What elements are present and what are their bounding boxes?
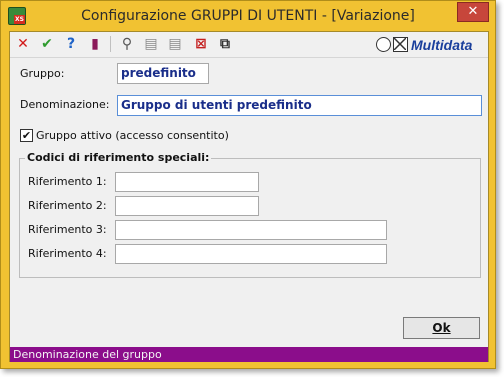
riferimento-3-field[interactable] [115, 220, 387, 240]
delete-record-icon[interactable]: ⊠ [192, 35, 210, 53]
status-bar: Denominazione del gruppo [10, 347, 488, 362]
ok-button-label: Ok [432, 321, 451, 335]
close-button[interactable]: ✕ [457, 2, 489, 22]
riferimento-2-label: Riferimento 2: [28, 199, 107, 212]
dialog-body: ✕ ✔ ? ▮ ⚲ ▤ ▤ ⊠ ⧉ Multidata Gruppo: pred… [9, 31, 489, 362]
denominazione-label: Denominazione: [20, 98, 110, 111]
dialog-window: XS Configurazione GRUPPI DI UTENTI - [Va… [0, 0, 496, 369]
codici-riferimento-title: Codici di riferimento speciali: [25, 151, 212, 165]
brand-name: Multidata [411, 37, 473, 53]
document-prev-icon[interactable]: ▤ [142, 35, 160, 53]
cancel-icon[interactable]: ✕ [14, 35, 32, 53]
multidata-logo: Multidata [376, 35, 486, 55]
riferimento-4-label: Riferimento 4: [28, 247, 107, 260]
riferimento-1-label: Riferimento 1: [28, 175, 107, 188]
gruppo-attivo-checkbox[interactable]: ✔ [20, 129, 33, 142]
denominazione-field[interactable]: Gruppo di utenti predefinito [117, 95, 482, 116]
binoculars-icon[interactable]: ⚲ [118, 35, 136, 53]
ok-button[interactable]: Ok [403, 317, 480, 339]
riferimento-1-field[interactable] [115, 172, 259, 192]
confirm-icon[interactable]: ✔ [38, 35, 56, 53]
toolbar: ✕ ✔ ? ▮ ⚲ ▤ ▤ ⊠ ⧉ Multidata [10, 32, 488, 58]
book-icon[interactable]: ▮ [86, 35, 104, 53]
logo-box-icon [393, 37, 408, 52]
riferimento-2-field[interactable] [115, 196, 259, 216]
gruppo-label: Gruppo: [20, 67, 65, 80]
copy-icon[interactable]: ⧉ [216, 35, 234, 53]
title-bar[interactable]: XS Configurazione GRUPPI DI UTENTI - [Va… [1, 1, 495, 31]
toolbar-separator [110, 36, 111, 52]
riferimento-4-field[interactable] [115, 244, 387, 264]
riferimento-3-label: Riferimento 3: [28, 223, 107, 236]
logo-circle-icon [376, 37, 391, 52]
gruppo-attivo-label[interactable]: Gruppo attivo (accesso consentito) [36, 129, 229, 143]
gruppo-field[interactable]: predefinito [117, 63, 209, 84]
window-title: Configurazione GRUPPI DI UTENTI - [Varia… [81, 8, 415, 24]
document-next-icon[interactable]: ▤ [166, 35, 184, 53]
help-icon[interactable]: ? [62, 35, 80, 53]
